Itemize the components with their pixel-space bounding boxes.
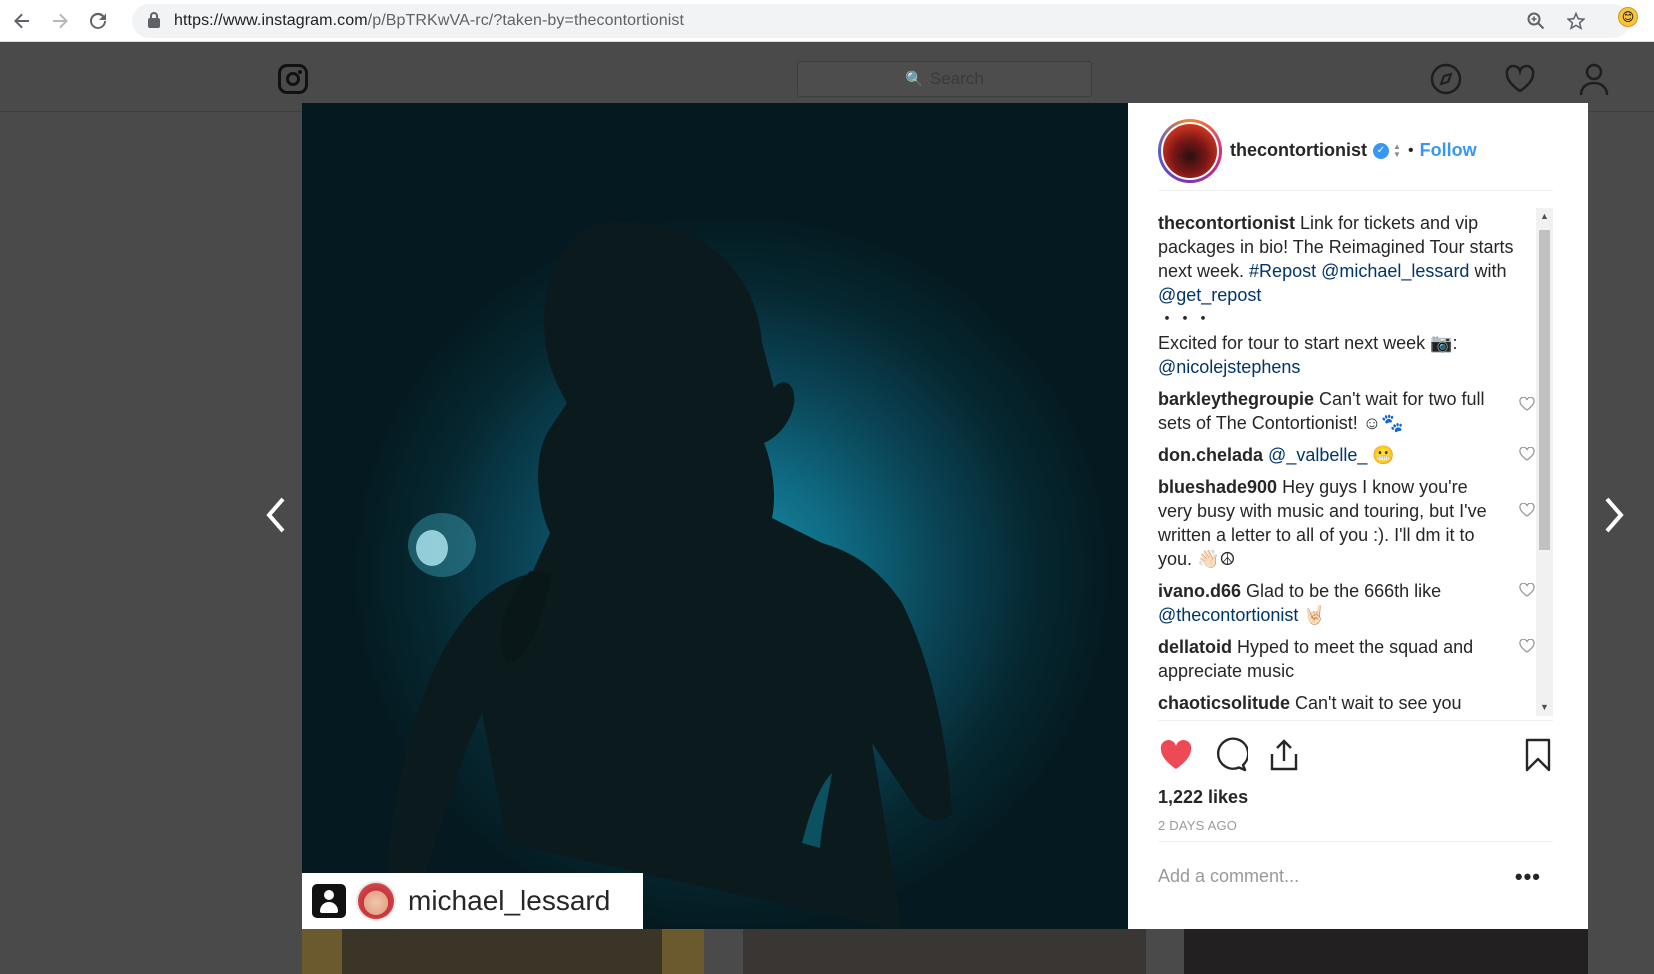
comment-username[interactable]: chaoticsolitude (1158, 693, 1290, 713)
follow-button[interactable]: Follow (1420, 140, 1477, 161)
post-header: thecontortionist ✓ ▲ ▼ • Follow (1158, 118, 1553, 191)
mention-link[interactable]: @_valbelle_ (1268, 445, 1367, 465)
address-bar[interactable]: https://www.instagram.com/p/BpTRKwVA-rc/… (132, 4, 1630, 38)
grid-thumbnail (342, 929, 662, 974)
post-timestamp: 2 DAYS AGO (1158, 818, 1238, 833)
comment-input[interactable] (1158, 866, 1478, 887)
caption-username[interactable]: thecontortionist (1158, 213, 1295, 233)
reload-icon[interactable] (82, 5, 114, 37)
profile-icon[interactable] (1577, 62, 1611, 96)
tagged-person-icon (312, 884, 346, 918)
scrollbar-thumb[interactable] (1539, 230, 1550, 550)
post-actions-section: 1,222 likes 2 DAYS AGO ••• (1158, 720, 1553, 910)
comment-item: ivano.d66 Glad to be the 666th like @the… (1158, 579, 1553, 627)
next-post-arrow-icon[interactable] (1600, 490, 1630, 540)
like-heart-filled-icon[interactable] (1158, 737, 1194, 773)
likes-count[interactable]: 1,222 likes (1158, 787, 1248, 808)
comment-username[interactable]: blueshade900 (1158, 477, 1277, 497)
lock-icon (148, 12, 160, 28)
instagram-logo-icon[interactable] (278, 64, 308, 94)
silhouette-figure (387, 221, 952, 929)
comment-like-heart-icon[interactable] (1519, 639, 1535, 653)
forward-arrow-icon[interactable] (44, 5, 76, 37)
mention-link[interactable]: @get_repost (1158, 285, 1261, 305)
search-input[interactable]: 🔍 Search (797, 61, 1092, 97)
explore-compass-icon[interactable] (1429, 62, 1463, 96)
tagged-user-badge[interactable]: michael_lessard (302, 873, 643, 929)
comment-like-heart-icon[interactable] (1519, 503, 1535, 517)
scroll-up-arrow-icon[interactable]: ▲ (1536, 208, 1553, 225)
mention-link[interactable]: @thecontortionist (1158, 605, 1298, 625)
comment-item: blueshade900 Hey guys I know you're very… (1158, 475, 1553, 571)
comments-scrollbar[interactable]: ▲ ▼ (1536, 208, 1553, 716)
verified-badge-icon: ✓ (1373, 142, 1389, 159)
author-username[interactable]: thecontortionist (1230, 140, 1367, 161)
camera-emoji: 📷 (1430, 333, 1453, 353)
emoji-extension-icon[interactable]: 😊 (1618, 7, 1638, 27)
separator-dot: • (1408, 141, 1414, 159)
comment-username[interactable]: ivano.d66 (1158, 581, 1241, 601)
zoom-icon[interactable] (1526, 11, 1546, 31)
previous-post-arrow-icon[interactable] (260, 490, 290, 540)
comment-item: don.chelada @_valbelle_ 😬 (1158, 443, 1553, 467)
comment-like-heart-icon[interactable] (1519, 447, 1535, 461)
comment-like-heart-icon[interactable] (1519, 397, 1535, 411)
back-arrow-icon[interactable] (6, 5, 38, 37)
comments-list[interactable]: thecontortionist Link for tickets and vi… (1158, 211, 1553, 724)
scroll-down-arrow-icon[interactable]: ▼ (1536, 699, 1553, 716)
comment-username[interactable]: don.chelada (1158, 445, 1263, 465)
comment-like-heart-icon[interactable] (1519, 583, 1535, 597)
save-bookmark-icon[interactable] (1520, 737, 1556, 773)
tagged-username: michael_lessard (408, 885, 611, 916)
more-options-button[interactable]: ••• (1515, 864, 1541, 890)
mention-link[interactable]: @nicolejstephens (1158, 357, 1300, 377)
browser-toolbar: https://www.instagram.com/p/BpTRKwVA-rc/… (0, 0, 1654, 42)
comment-username[interactable]: barkleythegroupie (1158, 389, 1314, 409)
spinner-arrows-icon: ▲ ▼ (1393, 141, 1401, 159)
url-text[interactable]: https://www.instagram.com/p/BpTRKwVA-rc/… (174, 12, 684, 30)
tagged-user-avatar (356, 881, 396, 921)
star-icon[interactable] (1566, 11, 1586, 31)
author-avatar[interactable] (1158, 118, 1222, 183)
post-caption: thecontortionist Link for tickets and vi… (1158, 213, 1514, 377)
grid-thumbnail[interactable] (1184, 929, 1588, 974)
post-details-panel: thecontortionist ✓ ▲ ▼ • Follow thecontor… (1128, 103, 1588, 929)
comment-username[interactable]: dellatoid (1158, 637, 1232, 657)
search-icon: 🔍 (905, 71, 924, 88)
comment-item: dellatoid Hyped to meet the squad and ap… (1158, 635, 1553, 683)
add-comment-row: ••• (1158, 841, 1553, 911)
post-photo[interactable] (302, 103, 1128, 929)
comment-bubble-icon[interactable] (1212, 737, 1248, 773)
comment-item: barkleythegroupie Can't wait for two ful… (1158, 387, 1553, 435)
comment-item: chaoticsolitude Can't wait to see you (1158, 693, 1462, 713)
grid-thumbnail[interactable] (743, 929, 1146, 974)
share-upload-icon[interactable] (1266, 737, 1302, 773)
mention-link[interactable]: @michael_lessard (1321, 261, 1469, 281)
hashtag-link[interactable]: #Repost (1249, 261, 1316, 281)
activity-heart-icon[interactable] (1503, 62, 1537, 96)
